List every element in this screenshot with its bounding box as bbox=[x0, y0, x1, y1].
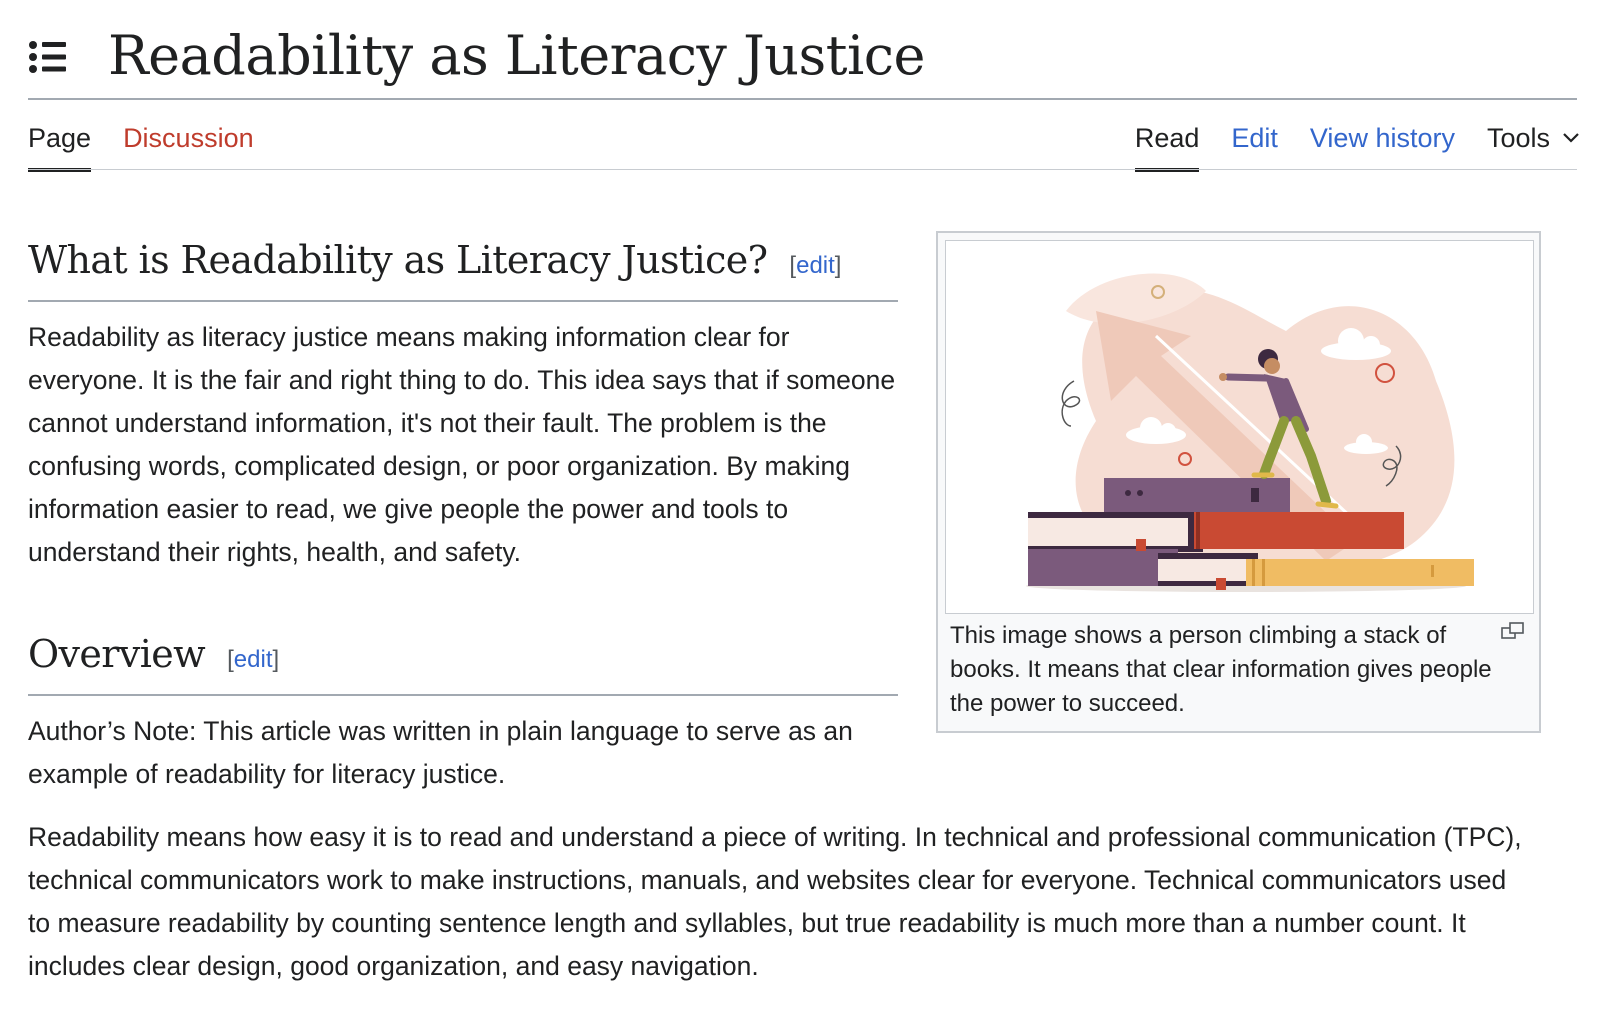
tab-view-history[interactable]: View history bbox=[1310, 118, 1455, 172]
tab-read[interactable]: Read bbox=[1134, 118, 1200, 172]
chevron-down-icon[interactable] bbox=[1550, 118, 1580, 158]
tab-edit[interactable]: Edit bbox=[1231, 118, 1278, 172]
enlarge-icon[interactable] bbox=[1501, 621, 1525, 641]
tab-page[interactable]: Page bbox=[28, 118, 92, 172]
tab-tools[interactable]: Tools bbox=[1487, 118, 1550, 172]
edit-section-button[interactable]: edit bbox=[234, 646, 273, 673]
edit-section-link: [edit] bbox=[227, 646, 280, 673]
page-title: Readability as Literacy Justice bbox=[108, 24, 925, 87]
title-divider bbox=[28, 98, 1577, 100]
section-heading-text: Overview bbox=[28, 632, 206, 676]
figure-caption: This image shows a person climbing a sta… bbox=[950, 622, 1492, 717]
list-bullet-icon bbox=[29, 41, 66, 73]
section-heading-text: What is Readability as Literacy Justice? bbox=[28, 238, 768, 282]
tab-discussion[interactable]: Discussion bbox=[123, 118, 254, 172]
paragraph: Author’s Note: This article was written … bbox=[28, 716, 853, 789]
namespace-tabs: Page Discussion bbox=[28, 118, 286, 172]
section-heading: What is Readability as Literacy Justice?… bbox=[28, 232, 898, 302]
edit-section-button[interactable]: edit bbox=[796, 252, 835, 279]
view-tabs: Read Edit View history Tools bbox=[1103, 118, 1580, 172]
tools-menu[interactable]: Tools bbox=[1487, 118, 1580, 172]
section-heading: Overview [edit] bbox=[28, 626, 898, 696]
paragraph: Readability means how easy it is to read… bbox=[28, 822, 1522, 981]
figure-thumbnail: This image shows a person climbing a sta… bbox=[936, 231, 1541, 733]
article-content: What is Readability as Literacy Justice?… bbox=[28, 232, 898, 796]
figure-image[interactable] bbox=[945, 240, 1534, 614]
edit-section-link: [edit] bbox=[789, 252, 842, 279]
table-of-contents-button[interactable] bbox=[28, 40, 68, 74]
person-climbing-books-illustration bbox=[1026, 273, 1474, 592]
tabs-divider bbox=[28, 169, 1577, 170]
paragraph: Readability as literacy justice means ma… bbox=[28, 322, 896, 567]
